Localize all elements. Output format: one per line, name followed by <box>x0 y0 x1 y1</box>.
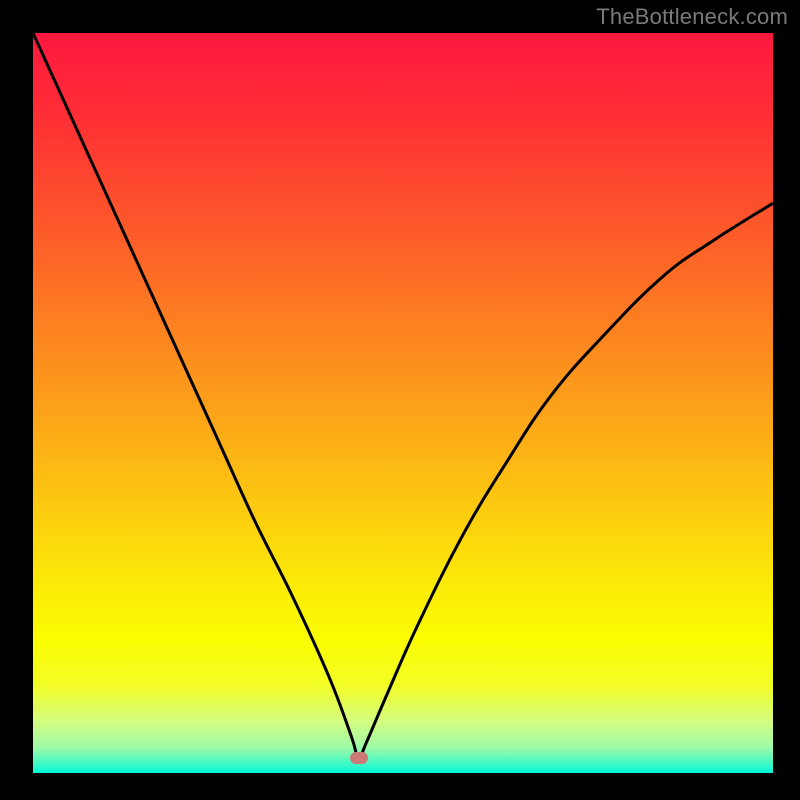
watermark-text: TheBottleneck.com <box>596 4 788 30</box>
chart-frame: TheBottleneck.com <box>0 0 800 800</box>
optimum-marker <box>350 752 368 764</box>
curve-layer <box>33 33 773 773</box>
bottleneck-curve <box>33 33 773 759</box>
plot-area <box>33 33 773 773</box>
